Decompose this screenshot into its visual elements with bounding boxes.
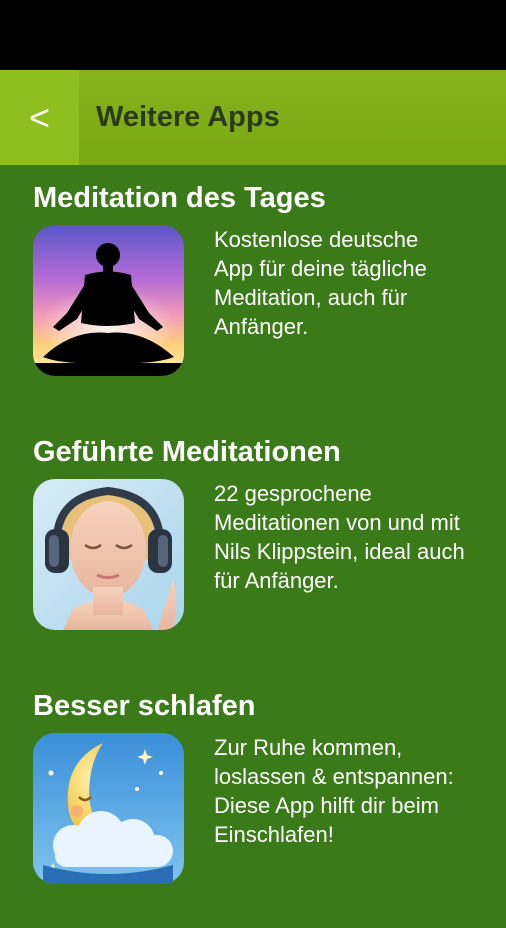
app-description: Kostenlose deutsche App für deine täglic… — [214, 227, 427, 339]
app-description: Zur Ruhe kommen, loslassen & entspannen:… — [214, 735, 454, 847]
app-name[interactable]: Besser schlafen — [33, 688, 255, 724]
app-bar: < Weitere Apps — [0, 70, 506, 165]
app-item-besser-schlafen[interactable]: Besser schlafen Zur Ruhe kommen, loslass… — [0, 688, 506, 928]
app-description: 22 gesprochene Meditationen von und mit … — [214, 481, 465, 593]
app-name[interactable]: Meditation des Tages — [33, 180, 326, 216]
app-item-meditation-des-tages[interactable]: Meditation des Tages Kostenlose deutsche… — [0, 180, 506, 420]
woman-headphones-icon[interactable] — [33, 479, 184, 630]
sleeping-moon-icon[interactable] — [33, 733, 184, 884]
page-title: Weitere Apps — [96, 101, 280, 133]
status-bar — [0, 0, 506, 70]
app-name[interactable]: Geführte Meditationen — [33, 434, 341, 470]
app-item-gefuehrte-meditationen[interactable]: Geführte Meditationen 22 gesprochene Med… — [0, 434, 506, 674]
back-arrow-icon: < — [28, 96, 51, 138]
meditation-silhouette-icon[interactable] — [33, 225, 184, 376]
back-button[interactable]: < — [0, 70, 79, 165]
